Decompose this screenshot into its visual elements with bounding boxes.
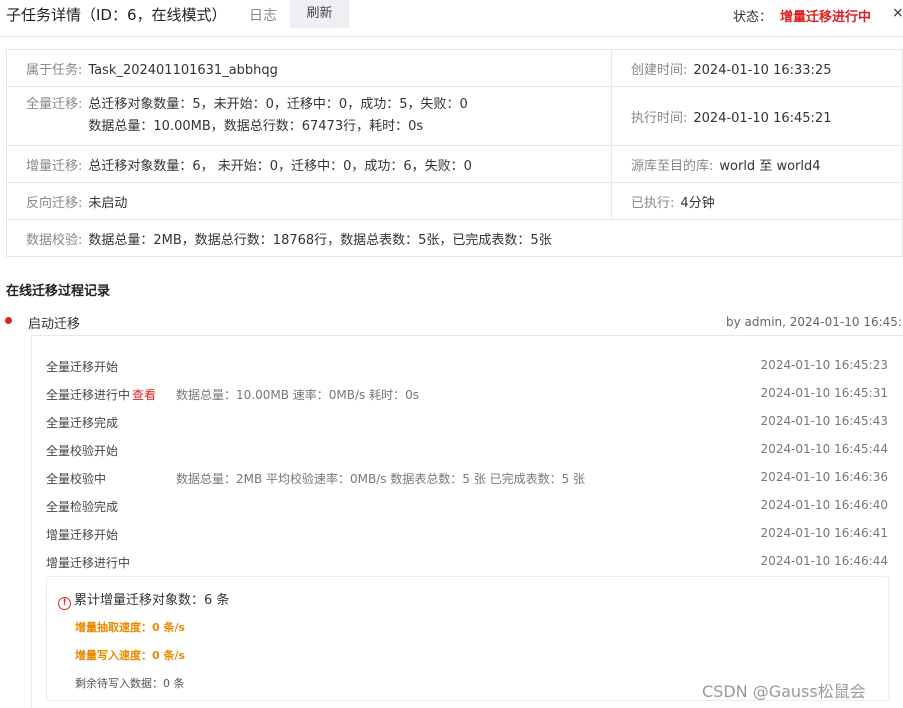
reverse-value: 未启动 xyxy=(88,195,128,211)
full-migration-cell: 全量迁移: 总迁移对象数量：5，未开始：0，迁移中：0，成功：5，失败：0 数据总量… xyxy=(6,86,612,146)
elapsed-label: 已执行: xyxy=(631,195,675,211)
log-name-text: 全量迁移完成 xyxy=(46,416,119,430)
created-label: 创建时间: xyxy=(631,62,688,78)
remaining-data: 剩余待写入数据：0 条 xyxy=(75,677,185,690)
log-time: 2024-01-10 16:45:31 xyxy=(760,386,888,400)
executed-time-value: 2024-01-10 16:45:21 xyxy=(693,110,832,126)
log-name-text: 全量校验开始 xyxy=(46,444,119,458)
write-speed: 增量写入速度：0 条/s xyxy=(75,649,186,662)
task-label: 属于任务: xyxy=(26,62,83,78)
executed-time-label: 执行时间: xyxy=(631,110,688,126)
log-row: 全量迁移进行中 查看 数据总量：10.00MB 速率：0MB/s 耗时：0s 20… xyxy=(46,386,891,406)
incremental-total-text: 累计增量迁移对象数：6 条 xyxy=(74,593,230,608)
incremental-label: 增量迁移: xyxy=(26,158,83,174)
log-time: 2024-01-10 16:46:40 xyxy=(760,498,888,512)
created-value: 2024-01-10 16:33:25 xyxy=(693,62,832,78)
executed-time-cell: 执行时间: 2024-01-10 16:45:21 xyxy=(611,86,903,146)
log-detail: 数据总量：2MB 平均校验速率：0MB/s 数据表总数：5 张 已完成表数：5 … xyxy=(176,472,586,486)
task-cell: 属于任务: Task_202401101631_abbhqg xyxy=(6,49,612,87)
log-row: 全量检验完成 2024-01-10 16:46:40 xyxy=(46,498,891,518)
created-cell: 创建时间: 2024-01-10 16:33:25 xyxy=(611,49,903,87)
log-name: 全量校验中 xyxy=(46,470,106,487)
verify-value: 数据总量：2MB，数据总行数：18768行，数据总表数：5张，已完成表数：5张 xyxy=(88,232,552,248)
log-time: 2024-01-10 16:45:44 xyxy=(760,442,888,456)
view-link[interactable]: 查看 xyxy=(132,388,156,402)
full-migration-values: 总迁移对象数量：5，未开始：0，迁移中：0，成功：5，失败：0 数据总量：10.0… xyxy=(88,94,467,138)
log-time: 2024-01-10 16:45:43 xyxy=(760,414,888,428)
incremental-cell: 增量迁移: 总迁移对象数量：6， 未开始：0，迁移中：0，成功：6，失败：0 xyxy=(6,145,612,183)
log-time: 2024-01-10 16:45:23 xyxy=(760,358,888,372)
full-migration-label: 全量迁移: xyxy=(26,97,83,112)
log-detail: 数据总量：10.00MB 速率：0MB/s 耗时：0s xyxy=(176,388,419,402)
step-title: 启动迁移 xyxy=(28,317,81,332)
src-dst-label: 源库至目的库: xyxy=(631,158,714,174)
task-info-table: 属于任务: Task_202401101631_abbhqg 创建时间: 2024-… xyxy=(6,49,903,257)
elapsed-value: 4分钟 xyxy=(680,195,715,211)
verify-label: 数据校验: xyxy=(26,232,83,248)
log-name: 全量校验开始 xyxy=(46,442,118,459)
log-row: 全量迁移开始 2024-01-10 16:45:23 xyxy=(46,358,891,378)
status-label: 状态： xyxy=(733,10,773,25)
log-name: 全量迁移完成 xyxy=(46,414,118,431)
log-name: 全量迁移开始 xyxy=(46,358,118,375)
task-value: Task_202401101631_abbhqg xyxy=(88,62,278,78)
refresh-button[interactable]: 刷新 xyxy=(290,0,349,28)
log-name-text: 全量迁移进行中 xyxy=(46,388,131,402)
log-row: 增量迁移开始 2024-01-10 16:46:41 xyxy=(46,526,891,546)
src-dst-value: world 至 world4 xyxy=(719,158,821,174)
close-icon[interactable]: × xyxy=(892,5,903,21)
page-title: 子任务详情（ID：6，在线模式） xyxy=(6,6,227,24)
divider xyxy=(0,36,903,37)
log-name: 增量迁移进行中 xyxy=(46,554,130,571)
log-name: 增量迁移开始 xyxy=(46,526,118,543)
log-name-text: 增量迁移开始 xyxy=(46,528,119,542)
log-row: 全量校验开始 2024-01-10 16:45:44 xyxy=(46,442,891,462)
log-time: 2024-01-10 16:46:36 xyxy=(760,470,888,484)
log-name: 全量检验完成 xyxy=(46,498,118,515)
timeline-dot-icon xyxy=(5,317,12,324)
extract-speed: 增量抽取速度：0 条/s xyxy=(75,621,186,634)
status-badge: 增量迁移进行中 xyxy=(780,10,872,25)
log-name-text: 全量检验完成 xyxy=(46,500,119,514)
incremental-value: 总迁移对象数量：6， 未开始：0，迁移中：0，成功：6，失败：0 xyxy=(88,158,472,174)
log-name: 全量迁移进行中 查看 xyxy=(46,386,156,403)
step-meta: by admin, 2024-01-10 16:45:21 xyxy=(726,315,903,329)
full-migration-line2: 数据总量：10.00MB，数据总行数：67473行，耗时：0s xyxy=(88,119,424,134)
incremental-total: ! 累计增量迁移对象数：6 条 xyxy=(58,589,229,610)
section-title: 在线迁移过程记录 xyxy=(6,284,111,299)
reverse-label: 反向迁移: xyxy=(26,195,83,211)
log-row: 增量迁移进行中 2024-01-10 16:46:44 xyxy=(46,554,891,574)
reverse-cell: 反向迁移: 未启动 xyxy=(6,182,612,220)
log-name-text: 全量校验中 xyxy=(46,472,107,486)
elapsed-cell: 已执行: 4分钟 xyxy=(611,182,903,220)
log-time: 2024-01-10 16:46:44 xyxy=(760,554,888,568)
log-time: 2024-01-10 16:46:41 xyxy=(760,526,888,540)
watermark: CSDN @Gauss松鼠会 xyxy=(702,682,866,701)
log-row: 全量校验中 数据总量：2MB 平均校验速率：0MB/s 数据表总数：5 张 已完… xyxy=(46,470,891,490)
full-migration-line1: 总迁移对象数量：5，未开始：0，迁移中：0，成功：5，失败：0 xyxy=(88,97,468,112)
src-dst-cell: 源库至目的库: world 至 world4 xyxy=(611,145,903,183)
header-bar: 子任务详情（ID：6，在线模式） 日志 刷新 状态： 增量迁移进行中 × xyxy=(0,0,903,28)
log-name-text: 全量迁移开始 xyxy=(46,360,119,374)
tab-log[interactable]: 日志 xyxy=(249,5,277,25)
log-row: 全量迁移完成 2024-01-10 16:45:43 xyxy=(46,414,891,434)
verify-cell: 数据校验: 数据总量：2MB，数据总行数：18768行，数据总表数：5张，已完成表… xyxy=(6,219,903,257)
warning-icon: ! xyxy=(58,597,71,610)
log-name-text: 增量迁移进行中 xyxy=(46,556,131,570)
